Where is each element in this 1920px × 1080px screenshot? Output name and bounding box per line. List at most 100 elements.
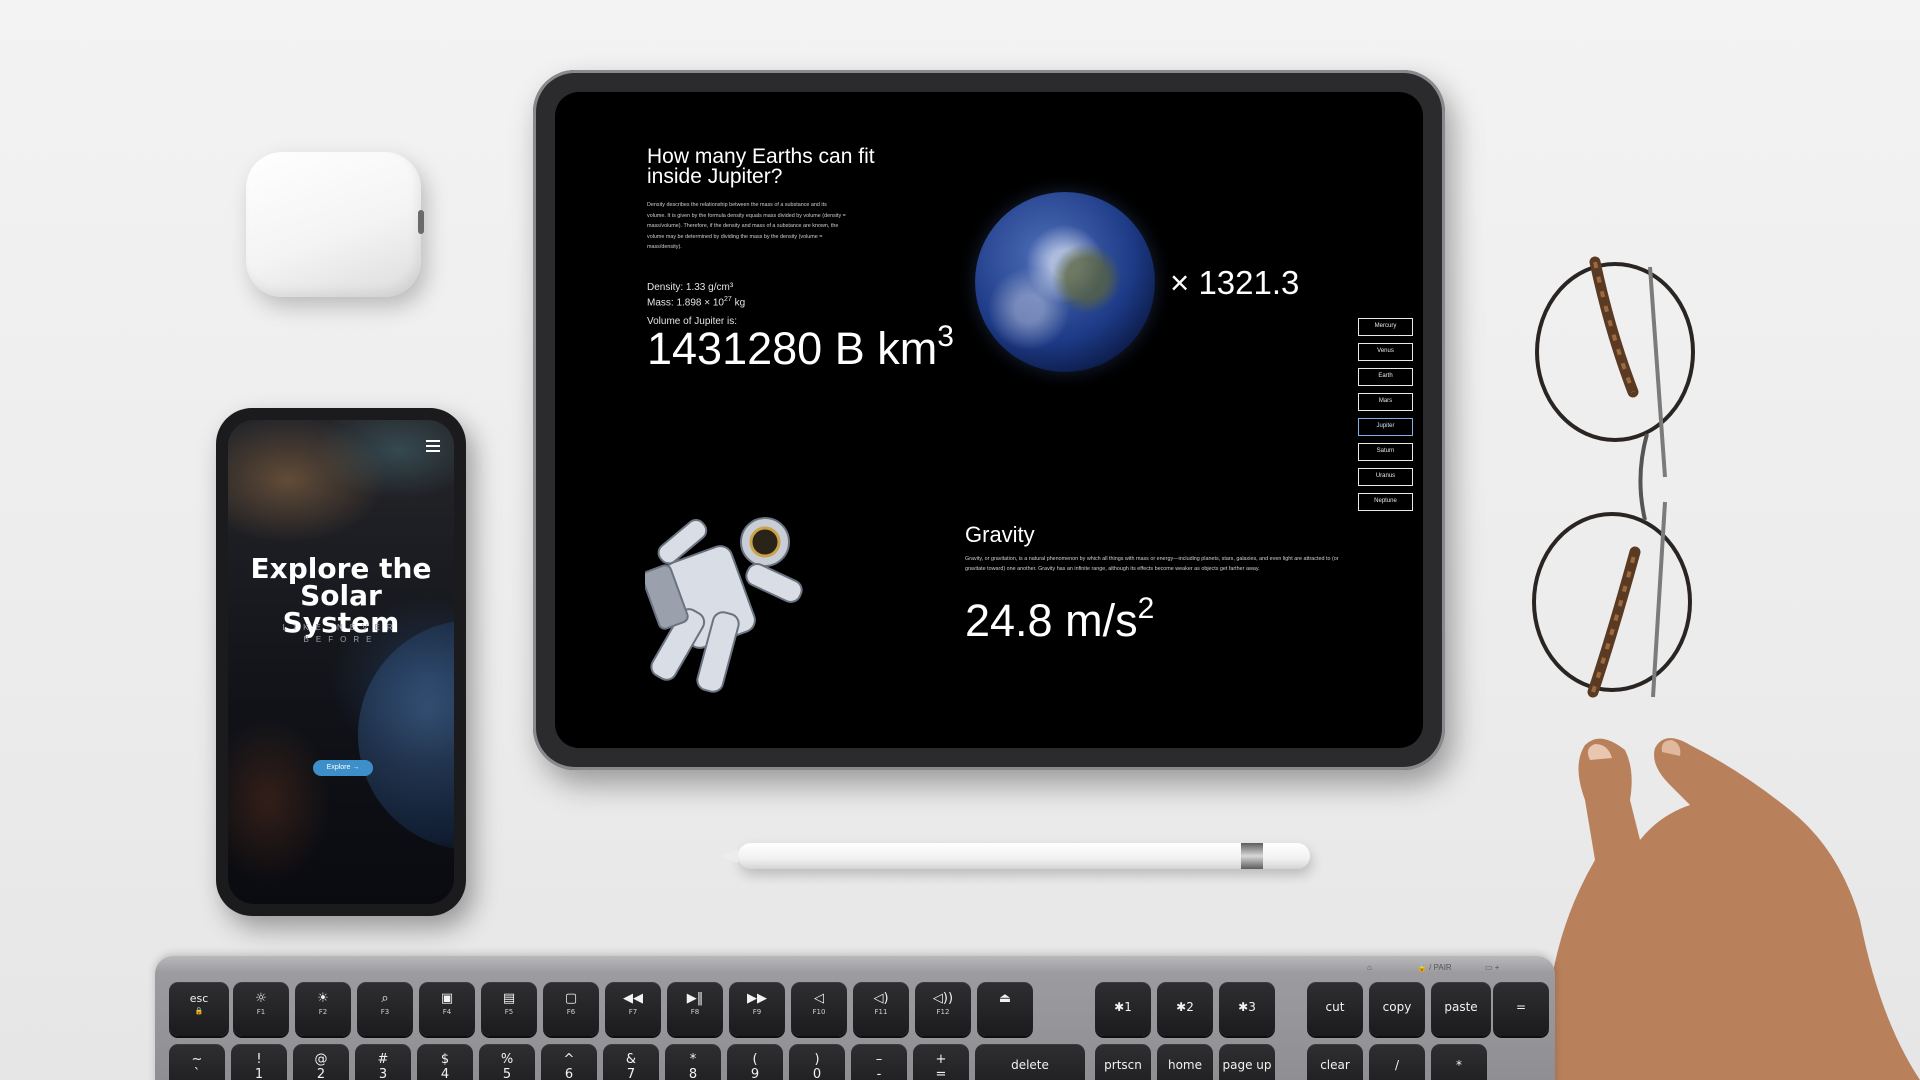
kbd-indicator-1: ⌂ [1367, 963, 1372, 972]
key-shift-label: ~ [191, 1052, 203, 1067]
key-f10-icon: ◁ [814, 991, 824, 1006]
earth-image [975, 192, 1155, 372]
key-label: = [1515, 1000, 1527, 1014]
key-shift-label: % [500, 1052, 514, 1067]
key-4[interactable]: $4 [417, 1044, 473, 1080]
planet-button-venus[interactable]: Venus [1358, 343, 1413, 361]
key-bt3[interactable]: ✱3 [1219, 982, 1275, 1036]
key-label: delete [1011, 1058, 1049, 1072]
key-6[interactable]: ^ 6 [541, 1044, 597, 1080]
phone-hero-subtitle: LIKE NEVER BEFORE [282, 623, 400, 644]
key-f12-icon: ◁)) [932, 991, 954, 1006]
explore-button[interactable]: Explore → [313, 760, 373, 776]
key-f3[interactable]: ⌕ F3 [357, 982, 413, 1036]
smartphone: Explore the Solar System LIKE NEVER BEFO… [216, 408, 466, 916]
key-main-label: 1 [254, 1067, 264, 1080]
key-pageup[interactable]: page up [1219, 1044, 1275, 1080]
key-8[interactable]: * 8 [665, 1044, 721, 1080]
key-clear[interactable]: clear [1307, 1044, 1363, 1080]
hamburger-menu-icon[interactable] [426, 440, 440, 452]
planet-button-uranus[interactable]: Uranus [1358, 468, 1413, 486]
key-1[interactable]: ! 1 [231, 1044, 287, 1080]
key-eject[interactable]: ⏏ [977, 982, 1033, 1036]
planet-button-jupiter[interactable]: Jupiter [1358, 418, 1413, 436]
key-label: page up [1222, 1058, 1272, 1072]
planet-button-earth[interactable]: Earth [1358, 368, 1413, 386]
key-main-label: 9 [750, 1067, 760, 1080]
key-bt2[interactable]: ✱2 [1157, 982, 1213, 1036]
key-main-label: ` [193, 1067, 201, 1080]
key-sublabel: F4 [442, 1008, 452, 1016]
key-minus[interactable]: – - [851, 1044, 907, 1080]
key-main-label: 8 [688, 1067, 698, 1080]
density-value: Density: 1.33 g/cm³ [647, 282, 734, 293]
key-2[interactable]: @2 [293, 1044, 349, 1080]
key-label: / [1394, 1058, 1400, 1072]
key-asterisk[interactable]: * [1431, 1044, 1487, 1080]
stylus-pencil [720, 843, 1310, 869]
planet-button-saturn[interactable]: Saturn [1358, 443, 1413, 461]
key-3[interactable]: #3 [355, 1044, 411, 1080]
key-prtscn[interactable]: prtscn [1095, 1044, 1151, 1080]
lock-icon: 🔒 [194, 1007, 204, 1015]
key-shift-label: $ [440, 1052, 450, 1067]
density-description: Density describes the relationship betwe… [647, 202, 846, 250]
key-f1[interactable]: ☼ F1 [233, 982, 289, 1036]
key-main-label: = [935, 1067, 947, 1080]
key-label: ✱2 [1176, 1000, 1194, 1014]
key-sublabel: F10 [812, 1008, 826, 1016]
key-esc[interactable]: esc 🔒 [169, 982, 229, 1036]
planet-button-mars[interactable]: Mars [1358, 393, 1413, 411]
key-f12[interactable]: ◁)) F12 [915, 982, 971, 1036]
key-9[interactable]: (9 [727, 1044, 783, 1080]
key-home[interactable]: home [1157, 1044, 1213, 1080]
key-sublabel: F3 [380, 1008, 390, 1016]
key-main-label: - [876, 1067, 882, 1080]
key-cut[interactable]: cut [1307, 982, 1363, 1036]
earbuds-case [246, 152, 424, 297]
key-copy[interactable]: copy [1369, 982, 1425, 1036]
key-tilde[interactable]: ~ ` [169, 1044, 225, 1080]
key-f9[interactable]: ▶▶ F9 [729, 982, 785, 1036]
key-f5[interactable]: ▤ F5 [481, 982, 537, 1036]
key-shift-label: ) [814, 1052, 820, 1067]
keyboard: ⌂ 🔒 / PAIR ▭ + esc 🔒 ☼ F1 ☀ F2 ⌕ F3 ▣ F4 ▤ F5 ▢ F6 ◀◀ F… [155, 956, 1555, 1080]
gravity-number: 24.8 m/s [965, 595, 1138, 646]
key-shift-label: ( [752, 1052, 758, 1067]
key-f11[interactable]: ◁) F11 [853, 982, 909, 1036]
key-f4[interactable]: ▣ F4 [419, 982, 475, 1036]
mass-exponent: 27 [724, 296, 732, 303]
key-eject-icon: ⏏ [998, 991, 1012, 1006]
key-label: ✱3 [1238, 1000, 1256, 1014]
key-f8[interactable]: ▶‖ F8 [667, 982, 723, 1036]
key-label: copy [1382, 1000, 1412, 1014]
key-equals[interactable]: = [1493, 982, 1549, 1036]
key-7[interactable]: & 7 [603, 1044, 659, 1080]
key-f2[interactable]: ☀ F2 [295, 982, 351, 1036]
key-f7[interactable]: ◀◀ F7 [605, 982, 661, 1036]
key-shift-label: + [935, 1052, 947, 1067]
key-f10[interactable]: ◁ F10 [791, 982, 847, 1036]
key-main-label: 0 [812, 1067, 822, 1080]
planet-menu: Mercury Venus Earth Mars Jupiter Saturn Uranus… [1358, 318, 1413, 518]
key-bt1[interactable]: ✱1 [1095, 982, 1151, 1036]
key-sublabel: F5 [504, 1008, 514, 1016]
planet-button-neptune[interactable]: Neptune [1358, 493, 1413, 511]
key-main-label: 6 [564, 1067, 574, 1080]
key-label: prtscn [1104, 1058, 1142, 1072]
key-delete[interactable]: delete [975, 1044, 1085, 1080]
key-label: esc [189, 992, 209, 1005]
key-0[interactable]: ) 0 [789, 1044, 845, 1080]
key-main-label: 3 [378, 1067, 388, 1080]
key-shift-label: ! [256, 1052, 262, 1067]
key-label: * [1456, 1058, 1462, 1072]
key-5[interactable]: % 5 [479, 1044, 535, 1080]
volume-value: 1431280 B km3 [647, 314, 954, 371]
key-slash[interactable]: / [1369, 1044, 1425, 1080]
key-f7-icon: ◀◀ [623, 991, 643, 1006]
key-f6[interactable]: ▢ F6 [543, 982, 599, 1036]
key-f1-icon: ☼ [255, 991, 267, 1006]
planet-button-mercury[interactable]: Mercury [1358, 318, 1413, 336]
key-paste[interactable]: paste [1431, 982, 1491, 1036]
key-plus[interactable]: + = [913, 1044, 969, 1080]
